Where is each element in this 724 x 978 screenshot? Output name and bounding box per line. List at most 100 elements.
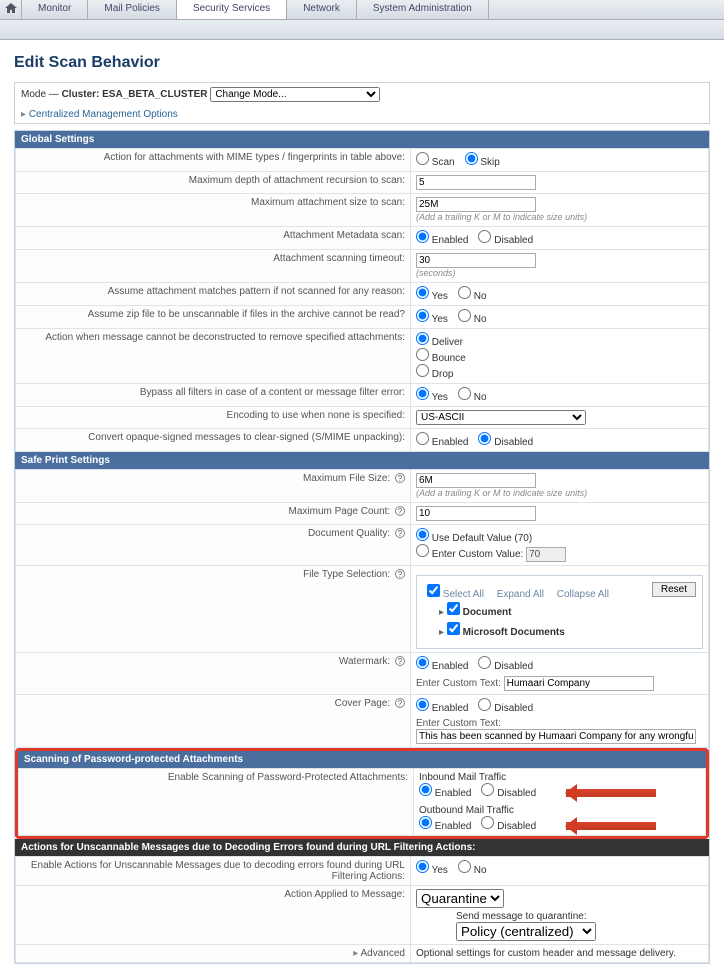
quality-default[interactable] — [416, 528, 429, 541]
lbl-enablepwd: Enable Scanning of Password-Protected At… — [19, 769, 414, 836]
watermark-disabled[interactable] — [478, 656, 491, 669]
quality-custom[interactable] — [416, 544, 429, 557]
lbl-opaque: Convert opaque-signed messages to clear-… — [16, 429, 411, 452]
tab-network[interactable]: Network — [287, 0, 357, 19]
lbl-urlfilter: Enable Actions for Unscannable Messages … — [16, 857, 411, 886]
section-safeprint: Safe Print Settings — [15, 452, 709, 469]
watermark-text-input[interactable] — [504, 676, 654, 691]
centralized-link[interactable]: Centralized Management Options — [15, 106, 709, 123]
tab-mail-policies[interactable]: Mail Policies — [88, 0, 177, 19]
tab-monitor[interactable]: Monitor — [22, 0, 88, 19]
help-icon[interactable]: ? — [395, 506, 405, 516]
timeout-input[interactable] — [416, 253, 536, 268]
expand-all[interactable]: Expand All — [497, 589, 544, 600]
cover-enabled[interactable] — [416, 698, 429, 711]
lbl-quality: Document Quality: — [308, 528, 390, 539]
home-tab[interactable] — [0, 0, 22, 19]
mime-skip[interactable] — [465, 152, 478, 165]
help-icon[interactable]: ? — [395, 473, 405, 483]
sub-toolbar — [0, 20, 724, 40]
change-mode-select[interactable]: Change Mode... — [210, 87, 380, 102]
assume-yes[interactable] — [416, 286, 429, 299]
help-icon[interactable]: ? — [395, 656, 405, 666]
dc-drop[interactable] — [416, 364, 429, 377]
zip-no[interactable] — [458, 309, 471, 322]
collapse-all[interactable]: Collapse All — [557, 589, 609, 600]
action-select[interactable]: Quarantine — [416, 889, 504, 908]
lbl-depth: Maximum depth of attachment recursion to… — [16, 172, 411, 194]
lbl-assume: Assume attachment matches pattern if not… — [16, 283, 411, 306]
select-all[interactable]: Select All — [443, 589, 484, 600]
assume-no[interactable] — [458, 286, 471, 299]
lbl-encoding: Encoding to use when none is specified: — [16, 407, 411, 429]
cover-text-input[interactable] — [416, 729, 696, 744]
select-all-check[interactable] — [427, 584, 440, 597]
opaque-enabled[interactable] — [416, 432, 429, 445]
size-input[interactable] — [416, 197, 536, 212]
lbl-mime: Action for attachments with MIME types /… — [16, 149, 411, 172]
inbound-label: Inbound Mail Traffic — [419, 772, 700, 783]
lbl-watermark: Watermark: — [339, 656, 390, 667]
lbl-zip: Assume zip file to be unscannable if fil… — [16, 306, 411, 329]
section-pwd: Scanning of Password-protected Attachmen… — [18, 751, 706, 768]
lbl-meta: Attachment Metadata scan: — [16, 227, 411, 250]
mime-scan[interactable] — [416, 152, 429, 165]
outbound-disabled[interactable] — [481, 816, 494, 829]
opaque-disabled[interactable] — [478, 432, 491, 445]
help-icon[interactable]: ? — [395, 569, 405, 579]
cluster-name: Cluster: ESA_BETA_CLUSTER — [62, 89, 208, 100]
lbl-applied: Action Applied to Message: — [16, 886, 411, 945]
arrow-icon — [566, 822, 656, 830]
document-check[interactable] — [447, 602, 460, 615]
size-hint: (Add a trailing K or M to indicate size … — [416, 212, 587, 222]
watermark-enabled[interactable] — [416, 656, 429, 669]
outbound-enabled[interactable] — [419, 816, 432, 829]
tab-sysadmin[interactable]: System Administration — [357, 0, 489, 19]
nav-tabs: Monitor Mail Policies Security Services … — [0, 0, 724, 20]
lbl-filetype: File Type Selection: — [303, 569, 390, 580]
maxpage-input[interactable] — [416, 506, 536, 521]
meta-enabled[interactable] — [416, 230, 429, 243]
help-icon[interactable]: ? — [395, 528, 405, 538]
advanced-desc: Optional settings for custom header and … — [411, 945, 709, 963]
section-global: Global Settings — [15, 131, 709, 148]
outbound-label: Outbound Mail Traffic — [419, 805, 700, 816]
lbl-deconstruct: Action when message cannot be deconstruc… — [16, 329, 411, 384]
timeout-hint: (seconds) — [416, 268, 456, 278]
inbound-disabled[interactable] — [481, 783, 494, 796]
bypass-no[interactable] — [458, 387, 471, 400]
bypass-yes[interactable] — [416, 387, 429, 400]
lbl-size: Maximum attachment size to scan: — [16, 194, 411, 227]
urlfilter-yes[interactable] — [416, 860, 429, 873]
lbl-cover: Cover Page: — [335, 698, 391, 709]
lbl-bypass: Bypass all filters in case of a content … — [16, 384, 411, 407]
depth-input[interactable] — [416, 175, 536, 190]
quarantine-select[interactable]: Policy (centralized) — [456, 922, 596, 941]
mode-panel: Mode — Cluster: ESA_BETA_CLUSTER Change … — [14, 82, 710, 124]
lbl-maxfile: Maximum File Size: — [303, 473, 390, 484]
help-icon[interactable]: ? — [395, 698, 405, 708]
zip-yes[interactable] — [416, 309, 429, 322]
lbl-maxpage: Maximum Page Count: — [289, 506, 391, 517]
urlfilter-no[interactable] — [458, 860, 471, 873]
filetype-box: Select All Expand All Collapse All Reset… — [416, 575, 703, 649]
page-title: Edit Scan Behavior — [14, 54, 710, 72]
maxfile-hint: (Add a trailing K or M to indicate size … — [416, 488, 587, 498]
cover-disabled[interactable] — [478, 698, 491, 711]
quality-custom-input — [526, 547, 566, 562]
advanced-toggle[interactable]: Advanced — [16, 945, 411, 963]
section-unscannable: Actions for Unscannable Messages due to … — [15, 839, 709, 856]
highlight-box: Scanning of Password-protected Attachmen… — [15, 748, 709, 839]
encoding-select[interactable]: US-ASCII — [416, 410, 586, 425]
maxfile-input[interactable] — [416, 473, 536, 488]
msdoc-check[interactable] — [447, 622, 460, 635]
tab-security-services[interactable]: Security Services — [177, 0, 287, 19]
meta-disabled[interactable] — [478, 230, 491, 243]
arrow-icon — [566, 789, 656, 797]
reset-button[interactable]: Reset — [652, 582, 696, 597]
inbound-enabled[interactable] — [419, 783, 432, 796]
dc-deliver[interactable] — [416, 332, 429, 345]
lbl-timeout: Attachment scanning timeout: — [16, 250, 411, 283]
mode-label: Mode — — [21, 89, 59, 100]
dc-bounce[interactable] — [416, 348, 429, 361]
